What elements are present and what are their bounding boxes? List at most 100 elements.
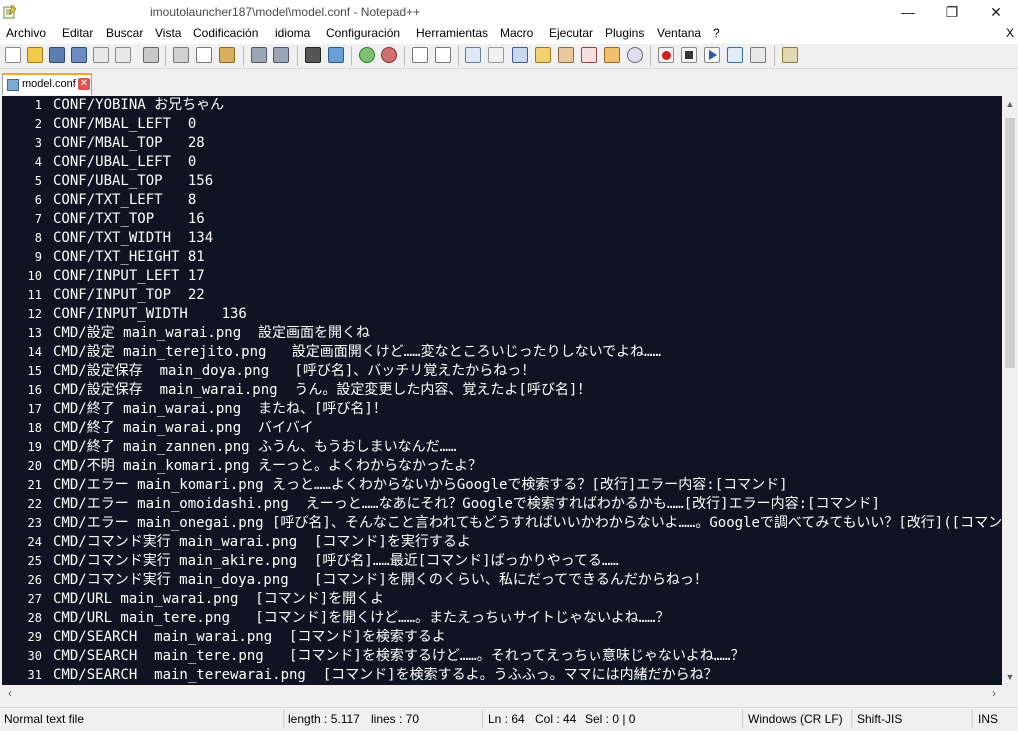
sync-vertical-icon[interactable]: [412, 47, 428, 63]
code-line[interactable]: 11 CONF/INPUT_TOP 22: [2, 286, 1002, 305]
menu-macro[interactable]: Macro: [500, 26, 533, 40]
print-icon[interactable]: [143, 47, 159, 63]
code-line[interactable]: 18 CMD/終了 main_warai.png バイバイ: [2, 419, 1002, 438]
zoom-in-icon[interactable]: [359, 47, 375, 63]
code-line[interactable]: 6 CONF/TXT_LEFT 8: [2, 191, 1002, 210]
line-text[interactable]: CONF/UBAL_TOP 156: [53, 172, 213, 191]
code-line[interactable]: 29 CMD/SEARCH main_warai.png [コマンド]を検索するよ: [2, 628, 1002, 647]
save-macro-icon[interactable]: [750, 47, 766, 63]
close-window-button[interactable]: ✕: [974, 0, 1018, 24]
code-line[interactable]: 25 CMD/コマンド実行 main_akire.png [呼び名]……最近[コマ…: [2, 552, 1002, 571]
function-list-icon[interactable]: [581, 47, 597, 63]
code-line[interactable]: 2 CONF/MBAL_LEFT 0: [2, 115, 1002, 134]
cut-icon[interactable]: [173, 47, 189, 63]
zoom-out-icon[interactable]: [381, 47, 397, 63]
code-line[interactable]: 28 CMD/URL main_tere.png [コマンド]を開くけど……。また…: [2, 609, 1002, 628]
maximize-button[interactable]: ❐: [930, 0, 974, 24]
status-insert-mode[interactable]: INS: [978, 712, 998, 726]
code-line[interactable]: 23 CMD/エラー main_onegai.png [呼び名]、そんなこと言われ…: [2, 514, 1002, 533]
line-text[interactable]: CMD/コマンド実行 main_doya.png [コマンド]を開くのくらい、私…: [53, 571, 708, 590]
code-line[interactable]: 31 CMD/SEARCH main_terewarai.png [コマンド]を検…: [2, 666, 1002, 685]
line-text[interactable]: CONF/UBAL_LEFT 0: [53, 153, 196, 172]
minimize-button[interactable]: —: [886, 0, 930, 24]
scroll-up-arrow-icon[interactable]: ▲: [1002, 96, 1018, 112]
menu-configuracion[interactable]: Configuración: [326, 26, 400, 40]
line-text[interactable]: CMD/不明 main_komari.png えーっと。よくわからなかったよ？: [53, 457, 482, 476]
close-all-icon[interactable]: [115, 47, 131, 63]
horizontal-scrollbar[interactable]: ‹ ›: [2, 685, 1018, 702]
line-text[interactable]: CMD/コマンド実行 main_akire.png [呼び名]……最近[コマンド…: [53, 552, 619, 571]
line-text[interactable]: CMD/URL main_tere.png [コマンド]を開くけど……。またえっ…: [53, 609, 670, 628]
monitoring-icon[interactable]: [627, 47, 643, 63]
line-text[interactable]: CMD/終了 main_zannen.png ふうん、もうおしまいなんだ……: [53, 438, 456, 457]
code-line[interactable]: 8 CONF/TXT_WIDTH 134: [2, 229, 1002, 248]
menu-buscar[interactable]: Buscar: [106, 26, 143, 40]
menu-herramientas[interactable]: Herramientas: [416, 26, 488, 40]
code-line[interactable]: 30 CMD/SEARCH main_tere.png [コマンド]を検索するけど…: [2, 647, 1002, 666]
line-text[interactable]: CMD/コマンド実行 main_warai.png [コマンド]を実行するよ: [53, 533, 471, 552]
line-text[interactable]: CMD/設定保存 main_doya.png [呼び名]、バッチリ覚えたからねっ…: [53, 362, 535, 381]
close-icon[interactable]: [93, 47, 109, 63]
code-line[interactable]: 10 CONF/INPUT_LEFT 17: [2, 267, 1002, 286]
line-text[interactable]: CONF/TXT_LEFT 8: [53, 191, 196, 210]
code-line[interactable]: 12 CONF/INPUT_WIDTH 136: [2, 305, 1002, 324]
code-line[interactable]: 24 CMD/コマンド実行 main_warai.png [コマンド]を実行するよ: [2, 533, 1002, 552]
menu-ejecutar[interactable]: Ejecutar: [549, 26, 593, 40]
menu-plugins[interactable]: Plugins: [605, 26, 644, 40]
close-document-x[interactable]: X: [1006, 26, 1014, 40]
replace-icon[interactable]: [328, 47, 344, 63]
code-line[interactable]: 1 CONF/YOBINA お兄ちゃん: [2, 96, 1002, 115]
status-eol[interactable]: Windows (CR LF): [748, 712, 843, 726]
sync-horizontal-icon[interactable]: [435, 47, 451, 63]
line-text[interactable]: CMD/SEARCH main_terewarai.png [コマンド]を検索す…: [53, 666, 718, 685]
paste-icon[interactable]: [219, 47, 235, 63]
vertical-scrollbar[interactable]: ▲ ▼: [1002, 96, 1018, 685]
line-text[interactable]: CONF/TXT_HEIGHT 81: [53, 248, 205, 267]
tab-close-icon[interactable]: ✕: [78, 78, 90, 90]
line-text[interactable]: CMD/エラー main_onegai.png [呼び名]、そんなこと言われても…: [53, 514, 1002, 533]
code-line[interactable]: 7 CONF/TXT_TOP 16: [2, 210, 1002, 229]
line-text[interactable]: CMD/エラー main_omoidashi.png えーっと……なあにそれ？G…: [53, 495, 880, 514]
run-macro-multiple-icon[interactable]: [727, 47, 743, 63]
code-line[interactable]: 27 CMD/URL main_warai.png [コマンド]を開くよ: [2, 590, 1002, 609]
code-line[interactable]: 9 CONF/TXT_HEIGHT 81: [2, 248, 1002, 267]
menu-help[interactable]: ?: [713, 26, 720, 40]
line-text[interactable]: CMD/SEARCH main_warai.png [コマンド]を検索するよ: [53, 628, 446, 647]
code-line[interactable]: 20 CMD/不明 main_komari.png えーっと。よくわからなかったよ…: [2, 457, 1002, 476]
code-line[interactable]: 5 CONF/UBAL_TOP 156: [2, 172, 1002, 191]
line-text[interactable]: CONF/INPUT_TOP 22: [53, 286, 205, 305]
vertical-scroll-thumb[interactable]: [1005, 118, 1015, 368]
document-map-icon[interactable]: [558, 47, 574, 63]
line-text[interactable]: CMD/URL main_warai.png [コマンド]を開くよ: [53, 590, 384, 609]
code-line[interactable]: 3 CONF/MBAL_TOP 28: [2, 134, 1002, 153]
user-language-icon[interactable]: [535, 47, 551, 63]
folder-as-workspace-icon[interactable]: [604, 47, 620, 63]
scroll-left-arrow-icon[interactable]: ‹: [2, 685, 18, 702]
code-line[interactable]: 14 CMD/設定 main_terejito.png 設定画面開くけど……変なと…: [2, 343, 1002, 362]
menu-vista[interactable]: Vista: [155, 26, 181, 40]
code-line[interactable]: 19 CMD/終了 main_zannen.png ふうん、もうおしまいなんだ……: [2, 438, 1002, 457]
line-text[interactable]: CMD/終了 main_warai.png またね、[呼び名]！: [53, 400, 387, 419]
status-encoding[interactable]: Shift-JIS: [857, 712, 902, 726]
menu-editar[interactable]: Editar: [62, 26, 93, 40]
copy-icon[interactable]: [196, 47, 212, 63]
code-line[interactable]: 21 CMD/エラー main_komari.png えっと……よくわからないから…: [2, 476, 1002, 495]
line-text[interactable]: CONF/MBAL_TOP 28: [53, 134, 205, 153]
line-text[interactable]: CMD/エラー main_komari.png えっと……よくわからないからGo…: [53, 476, 788, 495]
line-text[interactable]: CONF/INPUT_LEFT 17: [53, 267, 205, 286]
menu-idioma[interactable]: idioma: [275, 26, 310, 40]
undo-icon[interactable]: [251, 47, 267, 63]
launch-browser-icon[interactable]: [782, 47, 798, 63]
indent-guide-icon[interactable]: [512, 47, 528, 63]
code-line[interactable]: 16 CMD/設定保存 main_warai.png うん。設定変更した内容、覚え…: [2, 381, 1002, 400]
code-line[interactable]: 26 CMD/コマンド実行 main_doya.png [コマンド]を開くのくらい…: [2, 571, 1002, 590]
code-line[interactable]: 17 CMD/終了 main_warai.png またね、[呼び名]！: [2, 400, 1002, 419]
line-text[interactable]: CONF/INPUT_WIDTH 136: [53, 305, 247, 324]
open-file-icon[interactable]: [27, 47, 43, 63]
code-line[interactable]: 4 CONF/UBAL_LEFT 0: [2, 153, 1002, 172]
line-text[interactable]: CONF/MBAL_LEFT 0: [53, 115, 196, 134]
editor-area[interactable]: 1 CONF/YOBINA お兄ちゃん 2 CONF/MBAL_LEFT 0 3 CONF…: [2, 96, 1002, 685]
line-text[interactable]: CMD/終了 main_warai.png バイバイ: [53, 419, 314, 438]
line-text[interactable]: CMD/設定保存 main_warai.png うん。設定変更した内容、覚えたよ…: [53, 381, 591, 400]
tab-model-conf[interactable]: model.conf ✕: [2, 73, 92, 95]
